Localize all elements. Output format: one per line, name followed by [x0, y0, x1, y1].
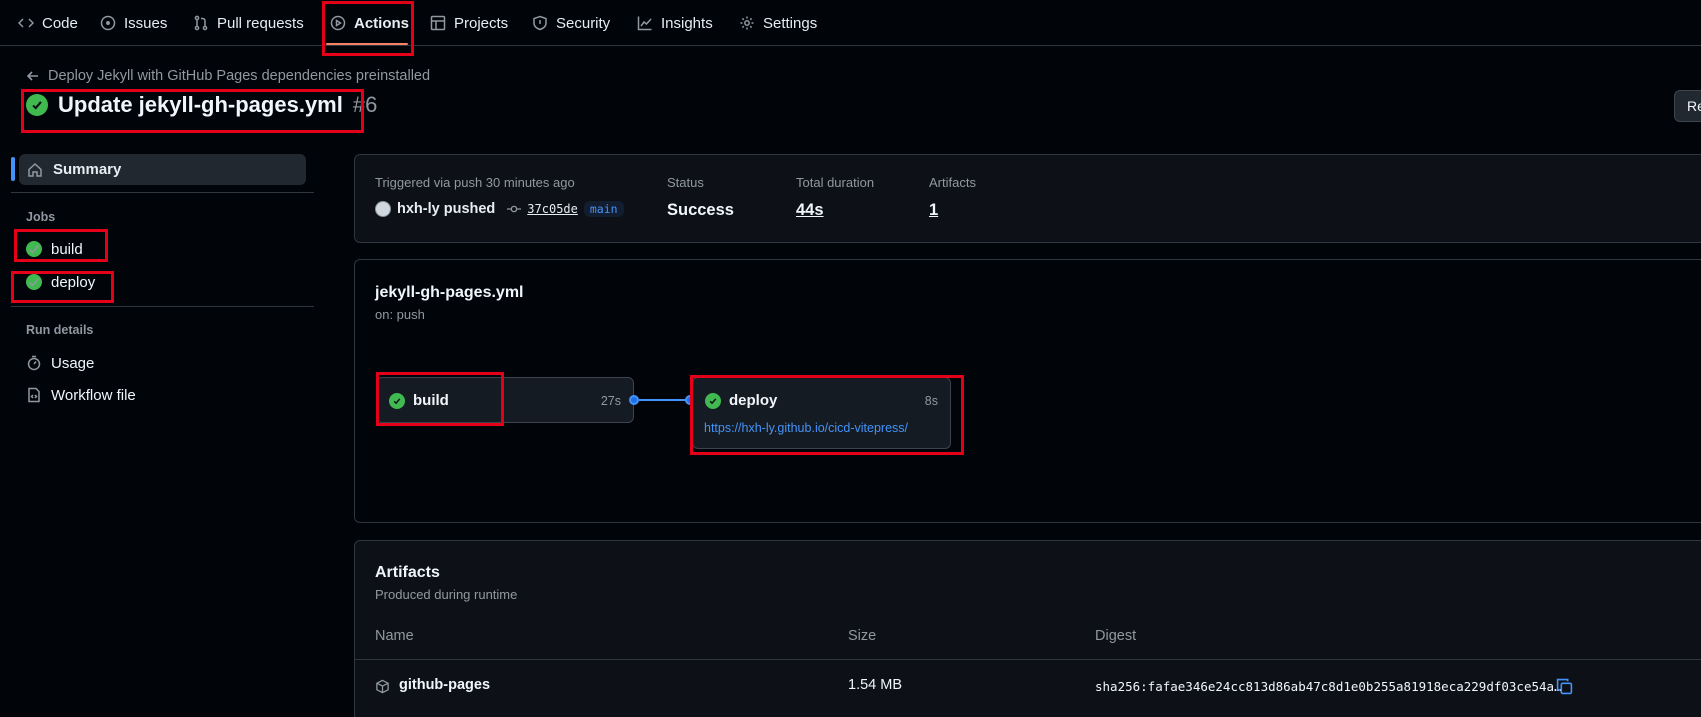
nav-pull-requests[interactable]: Pull requests — [193, 0, 304, 46]
run-number: #6 — [352, 92, 378, 117]
graph-icon — [637, 16, 652, 31]
nav-actions-label: Actions — [354, 14, 410, 32]
git-commit-icon — [507, 205, 522, 213]
nav-projects-label: Projects — [454, 14, 509, 32]
check-circle-icon — [26, 274, 42, 290]
sidebar-job-label: build — [51, 240, 83, 258]
status-label: Status — [667, 175, 704, 190]
check-circle-icon — [389, 393, 405, 409]
artifact-size: 1.54 MB — [848, 677, 902, 693]
graph-connector-dot — [629, 395, 639, 405]
sidebar-job-deploy[interactable]: deploy — [26, 271, 95, 293]
copy-icon[interactable] — [1556, 678, 1573, 695]
column-header-name: Name — [375, 628, 414, 644]
run-title-text: Update jekyll-gh-pages.yml — [58, 92, 343, 117]
workflow-trigger: on: push — [375, 307, 425, 322]
column-header-size: Size — [848, 628, 877, 644]
jobs-heading: Jobs — [26, 210, 56, 224]
back-to-workflow-link[interactable]: Deploy Jekyll with GitHub Pages dependen… — [26, 66, 430, 86]
duration-value-link[interactable]: 44s — [796, 201, 824, 220]
sidebar-job-build[interactable]: build — [26, 238, 83, 260]
job-deploy-duration: 8s — [924, 394, 938, 408]
workflow-file-name: jekyll-gh-pages.yml — [375, 284, 524, 301]
artifact-digest: sha256:fafae346e24cc813d86ab47c8d1e0b255… — [1095, 679, 1562, 694]
artifacts-title: Artifacts — [375, 564, 440, 581]
active-indicator — [11, 157, 15, 181]
nav-active-underline — [326, 43, 408, 45]
nav-actions[interactable]: Actions — [330, 0, 409, 46]
nav-settings-label: Settings — [763, 14, 818, 32]
nav-insights[interactable]: Insights — [637, 0, 713, 46]
page-title: Update jekyll-gh-pages.yml #6 — [26, 90, 377, 120]
job-card-build[interactable]: build 27s — [376, 377, 634, 423]
nav-settings[interactable]: Settings — [739, 0, 817, 46]
sidebar-usage-label: Usage — [51, 354, 95, 372]
push-info: hxh-ly pushed 37c05de main — [375, 201, 624, 217]
play-icon — [330, 15, 346, 31]
run-summary-panel: Triggered via push 30 minutes ago hxh-ly… — [354, 154, 1701, 243]
sidebar-item-workflow-file[interactable]: Workflow file — [26, 384, 136, 406]
nav-security[interactable]: Security — [532, 0, 610, 46]
nav-pulls-label: Pull requests — [217, 14, 304, 32]
code-icon — [18, 18, 34, 28]
table-divider — [355, 659, 1701, 660]
commit-sha-link[interactable]: 37c05de — [527, 202, 578, 216]
check-circle-icon — [26, 241, 42, 257]
gear-icon — [740, 16, 754, 30]
artifact-name-link[interactable]: github-pages — [399, 677, 490, 693]
artifacts-subtitle: Produced during runtime — [375, 587, 518, 602]
sidebar-item-summary[interactable]: Summary — [19, 154, 306, 185]
job-deploy-name: deploy — [729, 392, 778, 409]
actor-text[interactable]: hxh-ly pushed — [397, 201, 495, 217]
nav-security-label: Security — [556, 14, 611, 32]
arrow-left-icon — [26, 71, 38, 81]
branch-badge[interactable]: main — [583, 201, 624, 217]
sidebar-job-label: deploy — [51, 273, 96, 291]
home-icon — [28, 162, 42, 177]
issue-icon — [100, 15, 116, 31]
artifacts-label: Artifacts — [929, 175, 976, 190]
back-link-label: Deploy Jekyll with GitHub Pages dependen… — [48, 68, 431, 84]
column-header-digest: Digest — [1095, 628, 1137, 644]
file-code-icon — [28, 387, 40, 403]
sidebar-workflow-file-label: Workflow file — [51, 386, 136, 404]
nav-issues[interactable]: Issues — [100, 0, 167, 46]
check-circle-icon — [26, 94, 48, 116]
nav-code-label: Code — [42, 14, 78, 32]
run-details-heading: Run details — [26, 323, 94, 337]
shield-icon — [533, 15, 547, 31]
package-icon — [376, 679, 389, 694]
artifacts-count-link[interactable]: 1 — [929, 201, 938, 220]
job-build-name: build — [413, 392, 449, 409]
sidebar-divider — [11, 192, 314, 193]
duration-label: Total duration — [796, 175, 875, 190]
nav-code[interactable]: Code — [18, 0, 78, 46]
sidebar-divider — [11, 306, 314, 307]
sidebar-summary-label: Summary — [53, 161, 122, 178]
job-build-duration: 27s — [600, 394, 621, 408]
deploy-url-link[interactable]: https://hxh-ly.github.io/cicd-vitepress/ — [704, 421, 908, 435]
job-card-deploy[interactable]: deploy 8s https://hxh-ly.github.io/cicd-… — [692, 377, 951, 449]
stopwatch-icon — [27, 355, 41, 371]
table-icon — [430, 15, 446, 31]
nav-issues-label: Issues — [124, 14, 168, 32]
sidebar-item-usage[interactable]: Usage — [26, 352, 94, 374]
avatar[interactable] — [375, 201, 391, 217]
rerun-jobs-button[interactable]: Re — [1674, 90, 1701, 122]
check-circle-icon — [705, 393, 721, 409]
status-value: Success — [667, 201, 734, 219]
trigger-label: Triggered via push 30 minutes ago — [375, 175, 575, 190]
repo-nav: Code Issues Pull requests Actions Projec… — [0, 0, 1701, 46]
nav-insights-label: Insights — [661, 14, 713, 32]
nav-projects[interactable]: Projects — [430, 0, 508, 46]
pull-request-icon — [194, 15, 208, 31]
